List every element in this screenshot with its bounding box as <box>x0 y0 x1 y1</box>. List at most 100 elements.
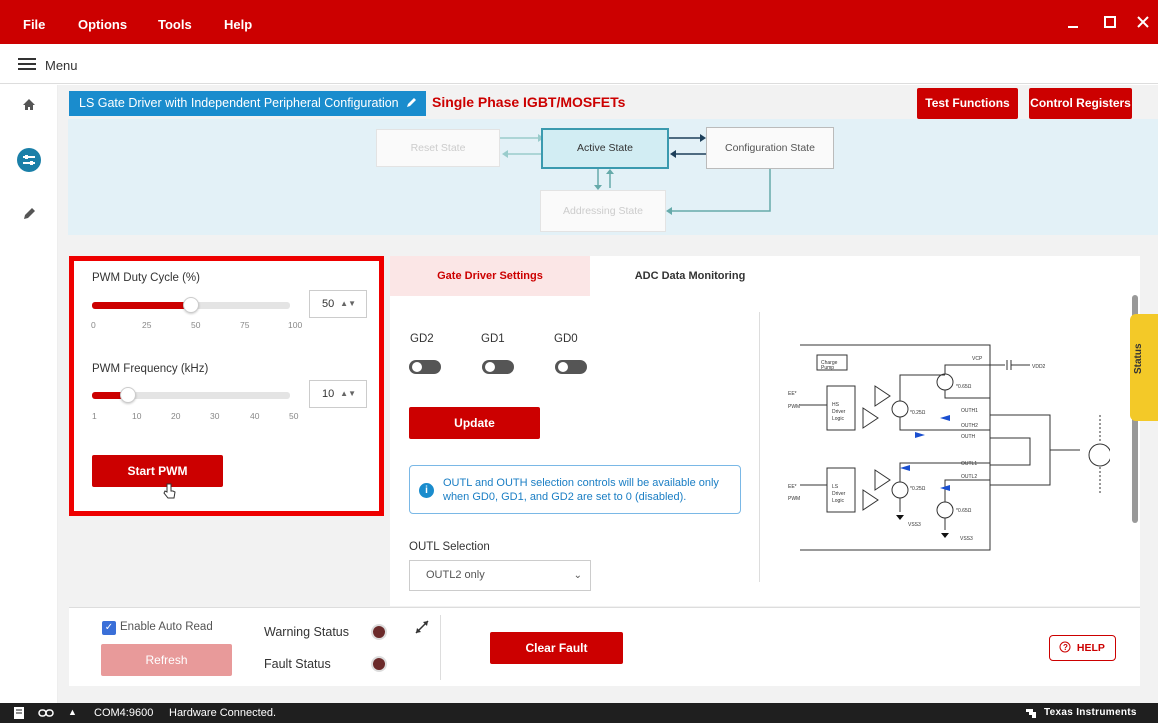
svg-text:*0.25Ω: *0.25Ω <box>910 410 926 416</box>
help-icon: ? <box>1059 641 1071 653</box>
slider-fill <box>92 302 191 309</box>
port-label: COM4:9600 <box>94 707 154 719</box>
svg-text:VSS3: VSS3 <box>960 536 973 542</box>
svg-text:Pump: Pump <box>821 365 834 371</box>
reset-state: Reset State <box>376 129 500 167</box>
info-icon: i <box>419 483 434 498</box>
toggle-knob <box>485 362 495 372</box>
gd1-label: GD1 <box>481 333 505 345</box>
app-status-bar: ▲ COM4:9600 Hardware Connected. Texas In… <box>0 703 1158 723</box>
svg-text:OUTL2: OUTL2 <box>961 474 977 480</box>
menu-tools[interactable]: Tools <box>158 17 192 32</box>
menu-options[interactable]: Options <box>78 17 127 32</box>
spinner-icon[interactable]: ▲▼ <box>340 291 356 317</box>
svg-text:VCP: VCP <box>972 356 983 362</box>
svg-text:VSS3: VSS3 <box>908 522 921 528</box>
minimize-icon[interactable] <box>1063 12 1083 32</box>
svg-text:OUTL1: OUTL1 <box>961 461 977 467</box>
pwm-duty-slider[interactable] <box>92 297 290 313</box>
home-icon[interactable] <box>17 93 41 117</box>
outl-selection-label: OUTL Selection <box>409 541 490 553</box>
notebook-icon[interactable] <box>12 706 26 720</box>
title-bar: File Options Tools Help <box>0 0 1158 44</box>
freq-tick: 10 <box>132 411 142 421</box>
pwm-duty-label: PWM Duty Cycle (%) <box>92 272 200 284</box>
toggle-knob <box>558 362 568 372</box>
clear-fault-button[interactable]: Clear Fault <box>490 632 623 664</box>
svg-text:EE*: EE* <box>788 391 797 397</box>
menu-bar: Menu <box>0 44 1158 84</box>
svg-text:Logic: Logic <box>832 416 844 422</box>
close-icon[interactable] <box>1133 12 1153 32</box>
duty-tick: 75 <box>240 320 250 330</box>
ti-logo-icon <box>1026 709 1036 718</box>
divider <box>759 312 760 582</box>
duty-tick: 25 <box>142 320 152 330</box>
update-button[interactable]: Update <box>409 407 540 439</box>
info-box: i OUTL and OUTH selection controls will … <box>409 465 741 514</box>
menu-help[interactable]: Help <box>224 17 252 32</box>
spinner-icon[interactable]: ▲▼ <box>340 381 356 407</box>
svg-text:OUTH1: OUTH1 <box>961 408 978 414</box>
pencil-icon[interactable] <box>17 202 41 226</box>
gd2-toggle[interactable] <box>409 360 441 374</box>
configuration-state: Configuration State <box>706 127 834 169</box>
warning-status-label: Warning Status <box>264 625 349 639</box>
device-title[interactable]: LS Gate Driver with Independent Peripher… <box>69 91 426 116</box>
gd0-toggle[interactable] <box>555 360 587 374</box>
help-label: HELP <box>1076 642 1105 654</box>
svg-text:EE*: EE* <box>788 484 797 490</box>
device-title-text: LS Gate Driver with Independent Peripher… <box>79 96 399 110</box>
enable-auto-read-checkbox[interactable]: ✓ <box>102 621 116 635</box>
freq-tick: 40 <box>250 411 260 421</box>
gate-driver-circuit-diagram: Charge Pump EE* PWM EE* PWM HS Driver Lo… <box>788 344 1110 551</box>
start-pwm-button[interactable]: Start PWM <box>92 455 223 487</box>
gd1-toggle[interactable] <box>482 360 514 374</box>
pwm-freq-input[interactable]: 10 ▲▼ <box>309 380 367 408</box>
freq-tick: 20 <box>171 411 181 421</box>
outl-selection-value: OUTL2 only <box>426 569 485 581</box>
pwm-duty-input[interactable]: 50 ▲▼ <box>309 290 367 318</box>
state-diagram: Reset State Active State Configuration S… <box>68 119 1158 235</box>
status-tab[interactable]: Status <box>1130 314 1158 421</box>
test-functions-button[interactable]: Test Functions <box>917 88 1018 119</box>
control-registers-button[interactable]: Control Registers <box>1029 88 1132 119</box>
expand-icon[interactable] <box>412 617 432 637</box>
menu-label[interactable]: Menu <box>45 58 78 73</box>
tab-adc-data-monitoring[interactable]: ADC Data Monitoring <box>590 256 790 296</box>
duty-tick: 0 <box>91 320 96 330</box>
gd0-label: GD0 <box>554 333 578 345</box>
duty-tick: 50 <box>191 320 201 330</box>
svg-text:OUTH: OUTH <box>961 434 976 440</box>
status-tab-label: Status <box>1133 343 1144 374</box>
duty-tick: 100 <box>288 320 303 330</box>
svg-text:*0.65Ω: *0.65Ω <box>956 384 972 390</box>
sidebar <box>0 85 58 703</box>
link-icon[interactable] <box>38 706 54 720</box>
slider-thumb[interactable] <box>183 297 199 313</box>
maximize-icon[interactable] <box>1100 12 1120 32</box>
svg-text:PWM: PWM <box>788 496 800 502</box>
svg-text:OUTH2: OUTH2 <box>961 423 978 429</box>
refresh-button[interactable]: Refresh <box>101 644 232 676</box>
addressing-state: Addressing State <box>540 190 666 232</box>
fault-status-label: Fault Status <box>264 657 331 671</box>
sliders-icon[interactable] <box>17 148 41 172</box>
slider-thumb[interactable] <box>119 387 136 403</box>
hamburger-icon[interactable] <box>18 58 36 71</box>
svg-text:PWM: PWM <box>788 404 800 410</box>
tab-gate-driver-settings[interactable]: Gate Driver Settings <box>390 256 590 296</box>
menu-file[interactable]: File <box>23 17 45 32</box>
help-button[interactable]: ? HELP <box>1049 635 1116 661</box>
fault-status-led <box>373 658 385 670</box>
pwm-freq-slider[interactable] <box>92 387 290 403</box>
hand-cursor-icon <box>163 483 176 499</box>
pwm-freq-value: 10 <box>322 388 335 400</box>
phase-label: Single Phase IGBT/MOSFETs <box>432 94 626 110</box>
edit-icon[interactable] <box>406 96 418 108</box>
outl-selection-dropdown[interactable]: OUTL2 only ⌄ <box>409 560 591 591</box>
caret-up-icon[interactable]: ▲ <box>68 707 77 717</box>
svg-text:Driver: Driver <box>832 491 846 497</box>
info-text: OUTL and OUTH selection controls will be… <box>443 477 719 503</box>
connection-status: Hardware Connected. <box>169 707 277 719</box>
